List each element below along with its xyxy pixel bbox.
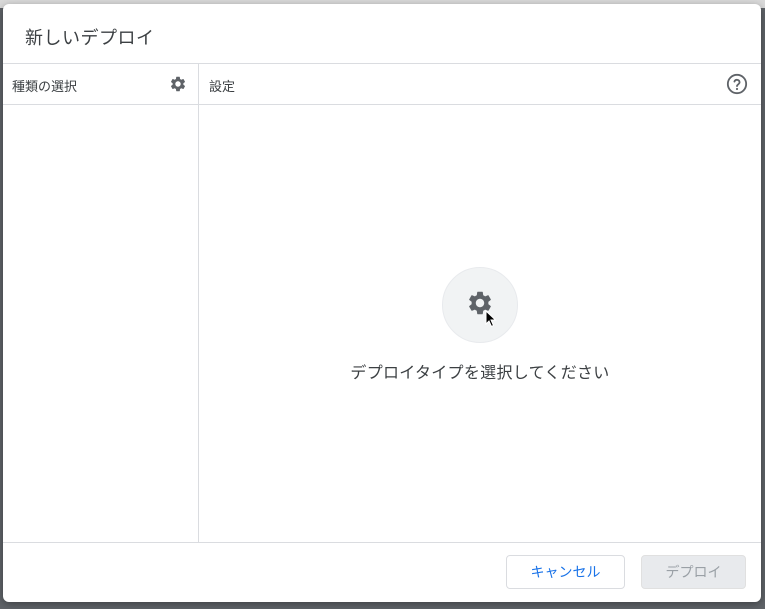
dialog-title: 新しいデプロイ: [25, 28, 155, 49]
deploy-button[interactable]: デプロイ: [641, 555, 746, 589]
settings-label: 設定: [209, 80, 236, 95]
cancel-button[interactable]: キャンセル: [506, 555, 625, 589]
settings-pane: デプロイタイプを選択してください: [199, 105, 761, 542]
placeholder-gear-badge: [442, 267, 518, 343]
help-icon[interactable]: [725, 72, 749, 96]
divider: [3, 542, 761, 543]
select-type-message: デプロイタイプを選択してください: [350, 363, 610, 382]
gear-icon[interactable]: [167, 73, 189, 95]
deployment-type-list: [3, 105, 198, 542]
type-select-header: 種類の選択: [3, 64, 198, 104]
mouse-cursor-icon: [485, 309, 497, 332]
new-deployment-dialog: 新しいデプロイ 種類の選択 設定 デプロイタイプを選択してください キャンセル …: [3, 4, 761, 602]
type-select-label: 種類の選択: [12, 80, 78, 95]
settings-header: 設定: [199, 64, 761, 104]
